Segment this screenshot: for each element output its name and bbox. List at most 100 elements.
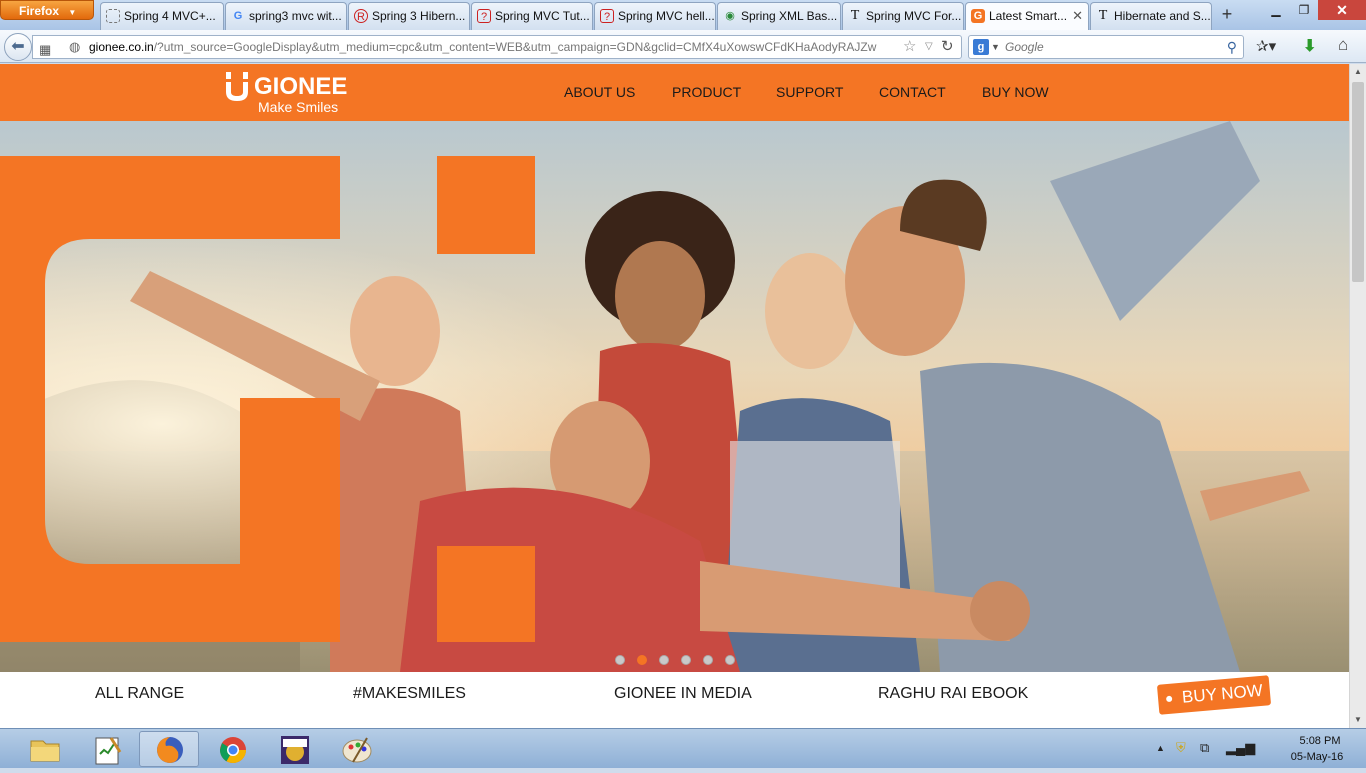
chrome-icon bbox=[219, 737, 247, 764]
download-icon[interactable]: ⬇ bbox=[1303, 36, 1316, 56]
browser-tab[interactable]: R Spring 3 Hibern... bbox=[348, 2, 470, 30]
browser-tab[interactable]: T Hibernate and S... bbox=[1090, 2, 1212, 30]
close-window-button[interactable]: ✕ bbox=[1318, 0, 1366, 20]
clock-date[interactable]: 05-May-16 bbox=[1282, 751, 1352, 763]
buy-now-badge-button[interactable]: BUY NOW bbox=[1156, 675, 1272, 715]
url-path: /?utm_source=GoogleDisplay&utm_medium=cp… bbox=[153, 40, 877, 54]
gionee-logo-icon[interactable] bbox=[224, 72, 250, 102]
tab-title: Spring 4 MVC+... bbox=[124, 9, 216, 23]
taskbar-chrome[interactable] bbox=[202, 731, 262, 767]
page-scrollbar[interactable]: ▲ ▼ bbox=[1349, 64, 1366, 728]
logo-tagline: Make Smiles bbox=[258, 99, 339, 115]
paint-icon bbox=[342, 737, 372, 763]
taskbar-paint[interactable] bbox=[326, 731, 386, 767]
reload-icon[interactable]: ↻ bbox=[941, 36, 954, 58]
tab-title: Spring XML Bas... bbox=[741, 9, 838, 23]
link-all-range[interactable]: ALL RANGE bbox=[95, 685, 184, 703]
tab-title: Spring MVC hell... bbox=[618, 9, 715, 23]
carousel-dot-active[interactable] bbox=[637, 655, 647, 665]
browser-tab[interactable]: ◉ Spring XML Bas... bbox=[717, 2, 841, 30]
notepad-icon bbox=[95, 737, 122, 765]
show-hidden-icons-icon[interactable]: ▲ bbox=[1156, 743, 1165, 753]
roseindia-icon: R bbox=[354, 9, 368, 23]
windows-taskbar: ▲ ⛨ ⧉ ▂▄▆ 🔈︎ 5:08 PM 05-May-16 bbox=[0, 728, 1366, 768]
back-button[interactable]: ⬅ bbox=[4, 33, 32, 61]
tutorial-icon: ? bbox=[600, 9, 614, 23]
search-engine-dropdown-icon[interactable]: ▼ bbox=[991, 36, 1000, 58]
nav-about-us[interactable]: ABOUT US bbox=[564, 84, 635, 100]
buy-now-badge-label: BUY NOW bbox=[1181, 680, 1264, 707]
scroll-up-arrow-icon[interactable]: ▲ bbox=[1350, 64, 1366, 80]
google-icon: G bbox=[233, 10, 243, 22]
address-bar[interactable]: ▦ ◍ gionee.co.in/?utm_source=GoogleDispl… bbox=[32, 35, 962, 59]
globe-icon: ◍ bbox=[69, 39, 81, 54]
tab-title: Spring 3 Hibern... bbox=[372, 9, 466, 23]
site-identity-icon[interactable]: ▦ bbox=[39, 39, 51, 61]
browser-tab[interactable]: G spring3 mvc wit... bbox=[225, 2, 347, 30]
firefox-menu-label: Firefox bbox=[19, 4, 60, 18]
browser-tab[interactable]: T Spring MVC For... bbox=[842, 2, 964, 30]
hero-banner[interactable] bbox=[0, 121, 1349, 672]
bookmarks-menu-icon[interactable]: ✰▾ bbox=[1256, 37, 1276, 55]
tab-title: spring3 mvc wit... bbox=[249, 9, 342, 23]
link-gionee-in-media[interactable]: GIONEE IN MEDIA bbox=[614, 685, 752, 703]
feature-links-strip: ALL RANGE #MAKESMILES GIONEE IN MEDIA RA… bbox=[0, 672, 1349, 728]
restore-window-button[interactable]: ❐ bbox=[1290, 0, 1318, 20]
taskbar-java-ee-ide[interactable] bbox=[264, 731, 324, 767]
search-bar[interactable]: g ▼ ⚲ bbox=[968, 35, 1244, 59]
navigation-toolbar: ⬅ ▦ ◍ gionee.co.in/?utm_source=GoogleDis… bbox=[0, 30, 1366, 63]
tab-title: Latest Smart... bbox=[989, 9, 1068, 23]
firefox-icon bbox=[157, 737, 183, 763]
clock-time[interactable]: 5:08 PM bbox=[1290, 735, 1350, 747]
carousel-dot[interactable] bbox=[725, 655, 735, 665]
minimize-window-button[interactable]: ▁ bbox=[1262, 0, 1290, 20]
bookmark-star-icon[interactable]: ☆ bbox=[903, 36, 916, 58]
home-icon[interactable]: ⌂ bbox=[1338, 35, 1348, 55]
taskbar-notepad[interactable] bbox=[77, 731, 137, 767]
browser-tab[interactable]: ? Spring MVC Tut... bbox=[471, 2, 593, 30]
sync-icon[interactable]: ⧉ bbox=[1200, 740, 1209, 756]
browser-tab-strip: Firefox ▼ Spring 4 MVC+... G spring3 mvc… bbox=[0, 0, 1366, 30]
scrollbar-thumb[interactable] bbox=[1352, 82, 1364, 282]
new-tab-button[interactable]: + bbox=[1214, 3, 1240, 27]
tab-title: Spring MVC For... bbox=[866, 9, 962, 23]
link-makesmiles[interactable]: #MAKESMILES bbox=[353, 685, 466, 703]
java-ee-ide-icon bbox=[281, 736, 309, 764]
tab-title: Spring MVC Tut... bbox=[495, 9, 590, 23]
volume-icon[interactable]: 🔈︎ bbox=[1251, 740, 1259, 756]
close-tab-icon[interactable]: ✕ bbox=[1072, 3, 1083, 29]
nav-product[interactable]: PRODUCT bbox=[672, 84, 741, 100]
carousel-dot[interactable] bbox=[681, 655, 691, 665]
search-input[interactable] bbox=[1003, 38, 1203, 56]
browser-tab[interactable]: Spring 4 MVC+... bbox=[100, 2, 224, 30]
gionee-icon: G bbox=[971, 9, 985, 23]
scroll-down-arrow-icon[interactable]: ▼ bbox=[1350, 712, 1366, 728]
url-text[interactable]: gionee.co.in/?utm_source=GoogleDisplay&u… bbox=[89, 36, 889, 58]
tutorial-icon: ? bbox=[477, 9, 491, 23]
security-shield-icon[interactable]: ⛨ bbox=[1176, 740, 1186, 756]
search-icon[interactable]: ⚲ bbox=[1227, 36, 1237, 58]
carousel-dot[interactable] bbox=[615, 655, 625, 665]
browser-tab[interactable]: ? Spring MVC hell... bbox=[594, 2, 716, 30]
google-icon[interactable]: g bbox=[973, 39, 989, 55]
link-raghu-rai-ebook[interactable]: RAGHU RAI EBOOK bbox=[878, 685, 1028, 703]
nav-contact[interactable]: CONTACT bbox=[879, 84, 946, 100]
taskbar-file-explorer[interactable] bbox=[14, 731, 74, 767]
t-icon: T bbox=[1098, 8, 1108, 23]
logo-text[interactable]: GIONEE bbox=[254, 73, 347, 101]
firefox-menu-button[interactable]: Firefox ▼ bbox=[0, 0, 94, 20]
carousel-dot[interactable] bbox=[703, 655, 713, 665]
back-arrow-icon: ⬅ bbox=[11, 38, 25, 55]
file-explorer-icon bbox=[30, 740, 60, 762]
bullet-dot-icon bbox=[1165, 695, 1173, 703]
page-icon bbox=[106, 9, 120, 23]
page-viewport: GIONEE Make Smiles ABOUT US PRODUCT SUPP… bbox=[0, 64, 1349, 728]
taskbar-firefox[interactable] bbox=[139, 731, 199, 767]
url-history-dropdown-icon[interactable]: ▽ bbox=[925, 36, 933, 58]
chevron-down-icon: ▼ bbox=[68, 8, 77, 17]
site-header: GIONEE Make Smiles ABOUT US PRODUCT SUPP… bbox=[0, 64, 1349, 121]
nav-support[interactable]: SUPPORT bbox=[776, 84, 843, 100]
nav-buy-now[interactable]: BUY NOW bbox=[982, 84, 1049, 100]
browser-tab-active[interactable]: G Latest Smart... ✕ bbox=[965, 2, 1089, 30]
carousel-dot[interactable] bbox=[659, 655, 669, 665]
